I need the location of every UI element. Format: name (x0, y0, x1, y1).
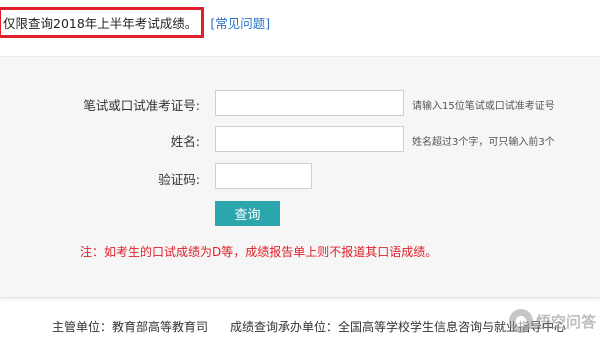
exam-id-hint: 请输入15位笔试或口试准考证号 (412, 101, 555, 112)
captcha-label: 验证码: (158, 172, 200, 187)
exam-id-input[interactable] (215, 90, 404, 116)
footer: 主管单位：教育部高等教育司 成绩查询承办单位：全国高等学校学生信息咨询与就业指导中… (52, 318, 566, 335)
footer-supervisor: 主管单位：教育部高等教育司 (52, 320, 209, 334)
faq-close-bracket: ] (265, 15, 271, 31)
captcha-input[interactable] (215, 163, 312, 189)
notice-text: 仅限查询2018年上半年考试成绩。 (0, 6, 205, 38)
exam-id-label: 笔试或口试准考证号: (83, 98, 200, 113)
query-form-panel: 笔试或口试准考证号: 请输入15位笔试或口试准考证号 姓名: 姓名超过3个字，可… (0, 56, 600, 298)
footer-service: 成绩查询承办单位：全国高等学校学生信息咨询与就业指导中心 (230, 320, 567, 334)
notice-row: 仅限查询2018年上半年考试成绩。 [常见问题] (0, 6, 270, 38)
name-hint: 姓名超过3个字，可只输入前3个 (412, 137, 555, 148)
faq-link[interactable]: [常见问题] (210, 13, 270, 32)
faq-link-label[interactable]: 常见问题 (215, 16, 265, 31)
name-label: 姓名: (170, 134, 200, 149)
name-input[interactable] (215, 126, 404, 152)
score-query-page: 仅限查询2018年上半年考试成绩。 [常见问题] 笔试或口试准考证号: 请输入1… (0, 0, 600, 339)
query-button[interactable]: 查询 (215, 201, 280, 226)
oral-score-warning: 注：如考生的口试成绩为D等，成绩报告单上则不报道其口语成绩。 (80, 245, 438, 259)
